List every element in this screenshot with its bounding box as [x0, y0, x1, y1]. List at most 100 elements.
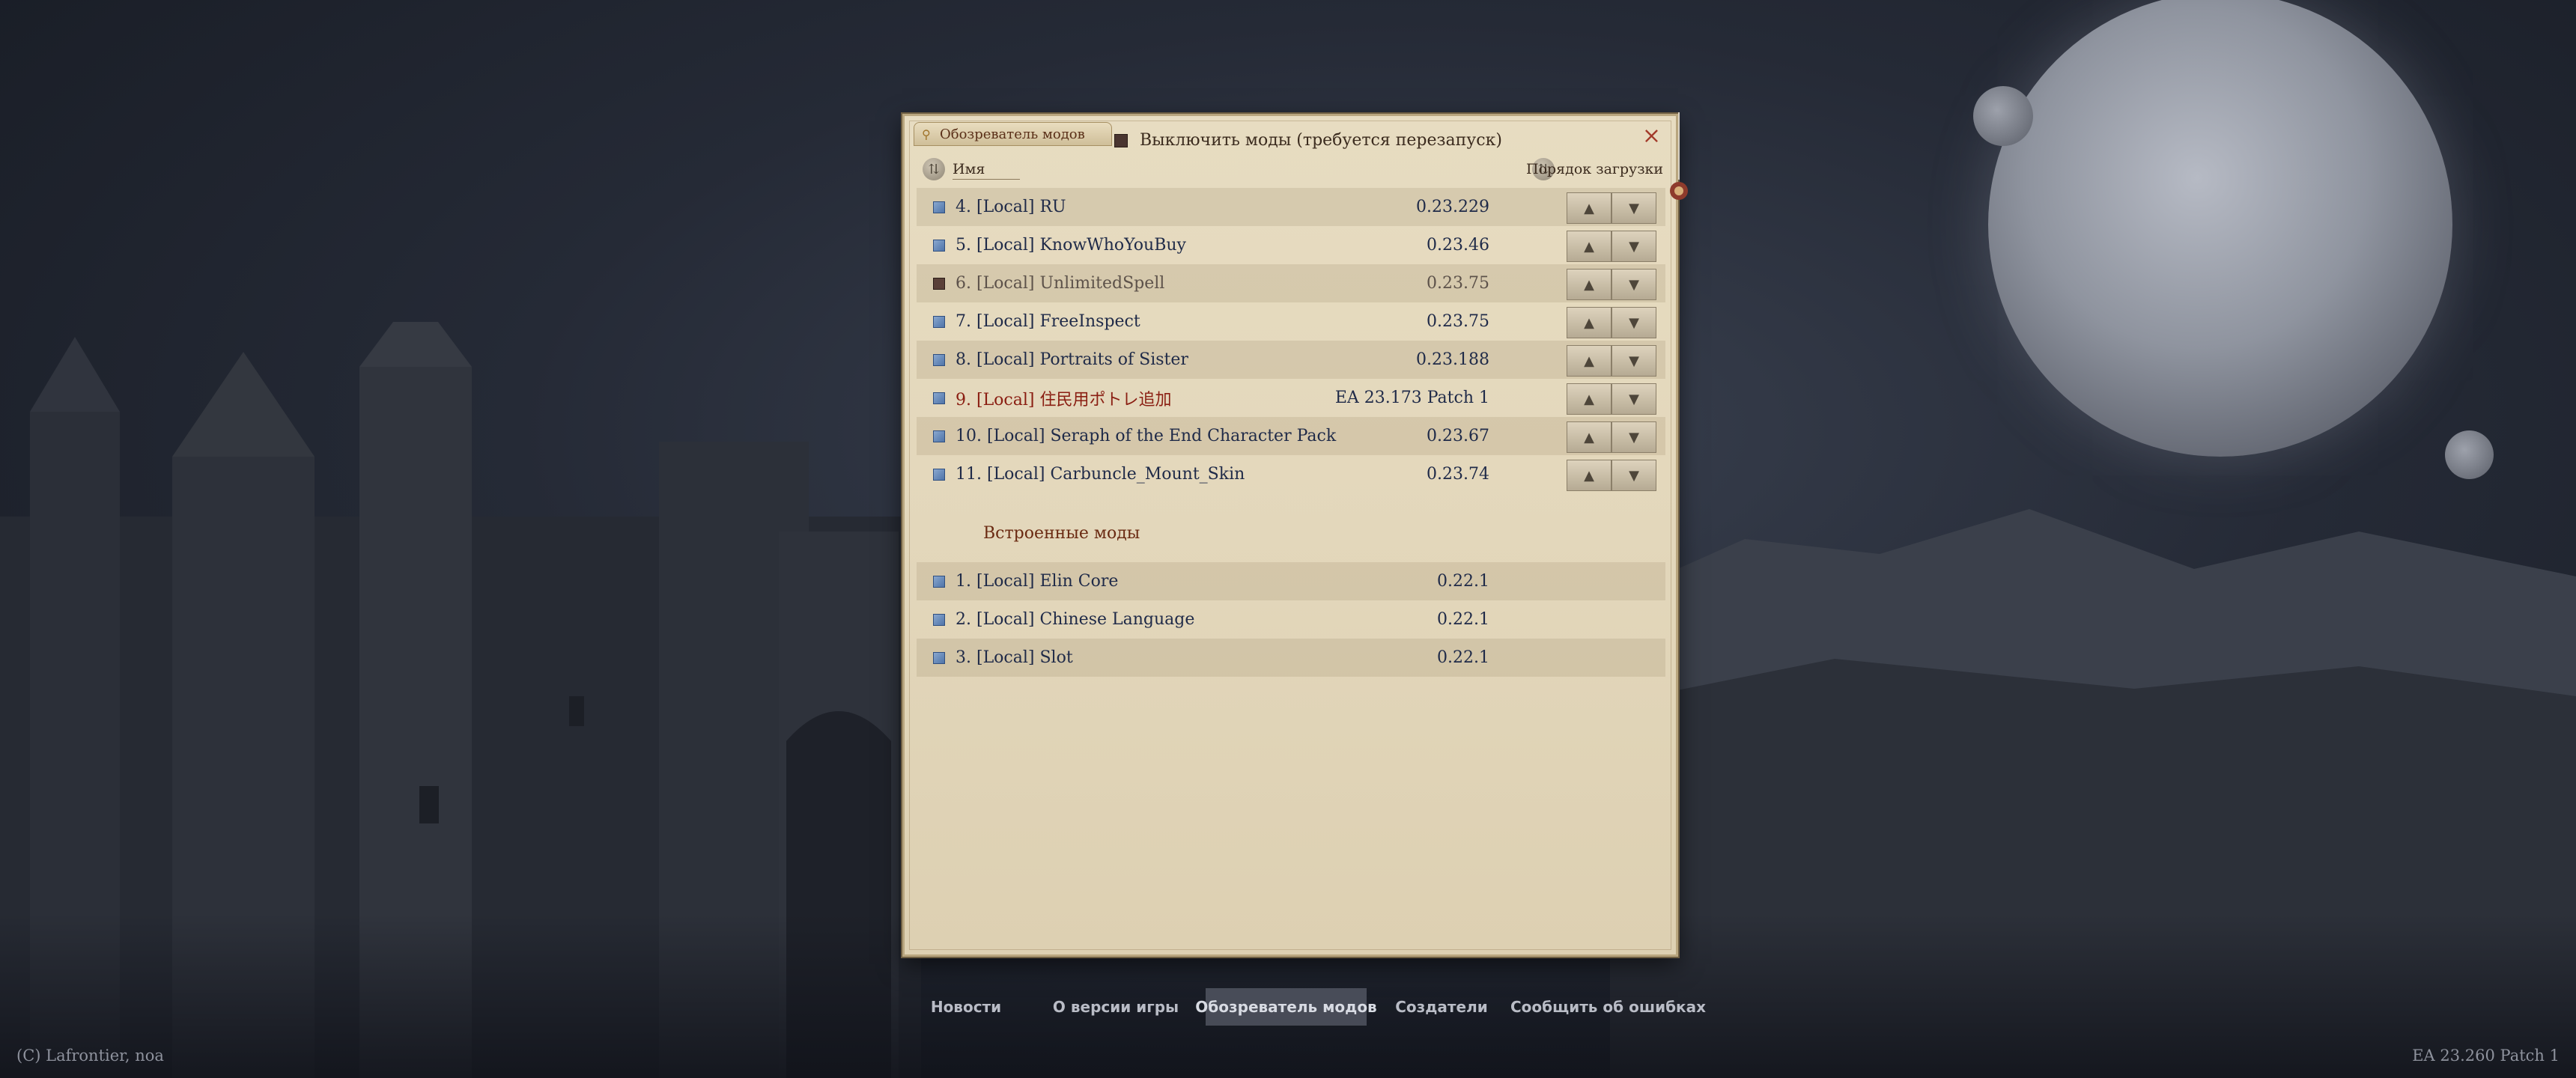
mod-version: 0.22.1: [1437, 610, 1489, 629]
disable-mods-toggle[interactable]: Выключить моды (требуется перезапуск): [1114, 131, 1502, 150]
mod-version: 0.23.75: [1427, 312, 1489, 331]
mod-row[interactable]: 2. [Local] Chinese Language 0.22.1: [917, 600, 1665, 639]
up-arrow-icon: ▲: [1584, 238, 1594, 255]
up-arrow-icon: ▲: [1584, 353, 1594, 369]
mod-enabled-checkbox[interactable]: [933, 201, 945, 213]
game-version-label: EA 23.260 Patch 1: [2412, 1047, 2560, 1065]
mod-row[interactable]: 9. [Local] 住民用ポトレ追加 EA 23.173 Patch 1 ▲ ▼: [917, 379, 1665, 417]
tab-label: Обозреватель модов: [940, 126, 1085, 142]
mod-name: 1. [Local] Elin Core: [956, 572, 1119, 591]
mod-enabled-checkbox[interactable]: [933, 613, 945, 626]
move-down-button[interactable]: ▼: [1611, 460, 1656, 491]
mod-list: 4. [Local] RU 0.23.229 ▲ ▼ 5. [Local] KnowWh…: [917, 188, 1665, 493]
mod-row[interactable]: 10. [Local] Seraph of the End Character …: [917, 417, 1665, 455]
small-moon-illustration: [1973, 86, 2033, 146]
list-header: ⇅ Имя ⇅ Порядок загрузки: [923, 158, 1676, 180]
mod-version: 0.23.229: [1416, 198, 1489, 216]
mod-version: 0.22.1: [1437, 572, 1489, 591]
mod-row[interactable]: 3. [Local] Slot 0.22.1: [917, 639, 1665, 677]
mod-enabled-checkbox[interactable]: [933, 392, 945, 404]
mod-row[interactable]: 4. [Local] RU 0.23.229 ▲ ▼: [917, 188, 1665, 226]
mod-name: 5. [Local] KnowWhoYouBuy: [956, 236, 1186, 255]
move-down-button[interactable]: ▼: [1611, 269, 1656, 300]
mod-version: 0.22.1: [1437, 648, 1489, 667]
down-arrow-icon: ▼: [1629, 200, 1639, 216]
main-menu-bar: Новости О версии игры Обозреватель модов Со…: [902, 988, 1726, 1026]
builtin-mods-title: Встроенные моды: [983, 524, 1140, 543]
menu-item[interactable]: Создатели: [1385, 988, 1498, 1026]
mod-version: 0.23.67: [1427, 427, 1489, 445]
mod-name: 8. [Local] Portraits of Sister: [956, 350, 1188, 369]
disable-mods-checkbox[interactable]: [1114, 133, 1128, 147]
up-arrow-icon: ▲: [1584, 314, 1594, 331]
move-up-button[interactable]: ▲: [1567, 231, 1611, 262]
down-arrow-icon: ▼: [1629, 276, 1639, 293]
mod-version: 0.23.188: [1416, 350, 1489, 369]
bookmark-ornament-icon: [1670, 112, 1688, 200]
mod-enabled-checkbox[interactable]: [933, 239, 945, 252]
mod-version: 0.23.75: [1427, 274, 1489, 293]
up-arrow-icon: ▲: [1584, 391, 1594, 407]
up-arrow-icon: ▲: [1584, 429, 1594, 445]
disable-mods-label: Выключить моды (требуется перезапуск): [1140, 131, 1502, 150]
mod-version: 0.23.46: [1427, 236, 1489, 255]
menu-item[interactable]: Сообщить об ошибках: [1509, 988, 1707, 1026]
mod-viewer-dialog: ⚲ Обозреватель модов Выключить моды (тре…: [902, 114, 1678, 957]
mod-row[interactable]: 5. [Local] KnowWhoYouBuy 0.23.46 ▲ ▼: [917, 226, 1665, 264]
move-up-button[interactable]: ▲: [1567, 192, 1611, 224]
mod-name: 10. [Local] Seraph of the End Character …: [956, 427, 1337, 445]
mod-version: 0.23.74: [1427, 465, 1489, 484]
move-down-button[interactable]: ▼: [1611, 307, 1656, 338]
moon-illustration: [1988, 0, 2452, 457]
move-down-button[interactable]: ▼: [1611, 231, 1656, 262]
move-down-button[interactable]: ▼: [1611, 421, 1656, 453]
name-column-header[interactable]: Имя: [953, 161, 985, 177]
move-down-button[interactable]: ▼: [1611, 345, 1656, 377]
up-arrow-icon: ▲: [1584, 467, 1594, 484]
move-up-button[interactable]: ▲: [1567, 345, 1611, 377]
mod-enabled-checkbox[interactable]: [933, 430, 945, 442]
mod-enabled-checkbox[interactable]: [933, 651, 945, 664]
mod-row[interactable]: 6. [Local] UnlimitedSpell 0.23.75 ▲ ▼: [917, 264, 1665, 302]
mod-row[interactable]: 8. [Local] Portraits of Sister 0.23.188 ▲ ▼: [917, 341, 1665, 379]
up-arrow-icon: ▲: [1584, 200, 1594, 216]
menu-item[interactable]: О версии игры: [1037, 988, 1194, 1026]
move-up-button[interactable]: ▲: [1567, 269, 1611, 300]
move-up-button[interactable]: ▲: [1567, 383, 1611, 415]
mod-name: 11. [Local] Carbuncle_Mount_Skin: [956, 465, 1245, 484]
sort-by-name-icon[interactable]: ⇅: [923, 158, 945, 180]
down-arrow-icon: ▼: [1629, 391, 1639, 407]
mod-name: 3. [Local] Slot: [956, 648, 1073, 667]
small-moon-illustration: [2445, 430, 2494, 479]
header-underline: [953, 179, 1020, 180]
mod-row[interactable]: 7. [Local] FreeInspect 0.23.75 ▲ ▼: [917, 302, 1665, 341]
mod-enabled-checkbox[interactable]: [933, 575, 945, 588]
move-down-button[interactable]: ▼: [1611, 383, 1656, 415]
mod-enabled-checkbox[interactable]: [933, 353, 945, 366]
close-button[interactable]: ×: [1642, 125, 1661, 147]
move-up-button[interactable]: ▲: [1567, 421, 1611, 453]
mod-row[interactable]: 1. [Local] Elin Core 0.22.1: [917, 562, 1665, 600]
mod-enabled-checkbox[interactable]: [933, 277, 945, 290]
pin-icon: ⚲: [922, 127, 931, 141]
down-arrow-icon: ▼: [1629, 429, 1639, 445]
up-arrow-icon: ▲: [1584, 276, 1594, 293]
mod-enabled-checkbox[interactable]: [933, 468, 945, 481]
menu-item[interactable]: Новости: [902, 988, 1030, 1026]
down-arrow-icon: ▼: [1629, 353, 1639, 369]
move-down-button[interactable]: ▼: [1611, 192, 1656, 224]
mod-version: EA 23.173 Patch 1: [1334, 389, 1489, 407]
mod-row[interactable]: 11. [Local] Carbuncle_Mount_Skin 0.23.74 ▲…: [917, 455, 1665, 493]
tab-mod-viewer[interactable]: ⚲ Обозреватель модов: [914, 122, 1112, 146]
mod-enabled-checkbox[interactable]: [933, 315, 945, 328]
menu-item[interactable]: Обозреватель модов: [1195, 988, 1377, 1026]
down-arrow-icon: ▼: [1629, 238, 1639, 255]
builtin-mod-list: 1. [Local] Elin Core 0.22.1 2. [Local] Chi…: [917, 562, 1665, 677]
load-order-column-header[interactable]: Порядок загрузки: [1526, 161, 1676, 177]
move-up-button[interactable]: ▲: [1567, 307, 1611, 338]
mod-name: 2. [Local] Chinese Language: [956, 610, 1195, 629]
move-up-button[interactable]: ▲: [1567, 460, 1611, 491]
copyright-text: (C) Lafrontier, noa: [16, 1047, 164, 1065]
mod-name: 4. [Local] RU: [956, 198, 1066, 216]
mod-name: 6. [Local] UnlimitedSpell: [956, 274, 1165, 293]
